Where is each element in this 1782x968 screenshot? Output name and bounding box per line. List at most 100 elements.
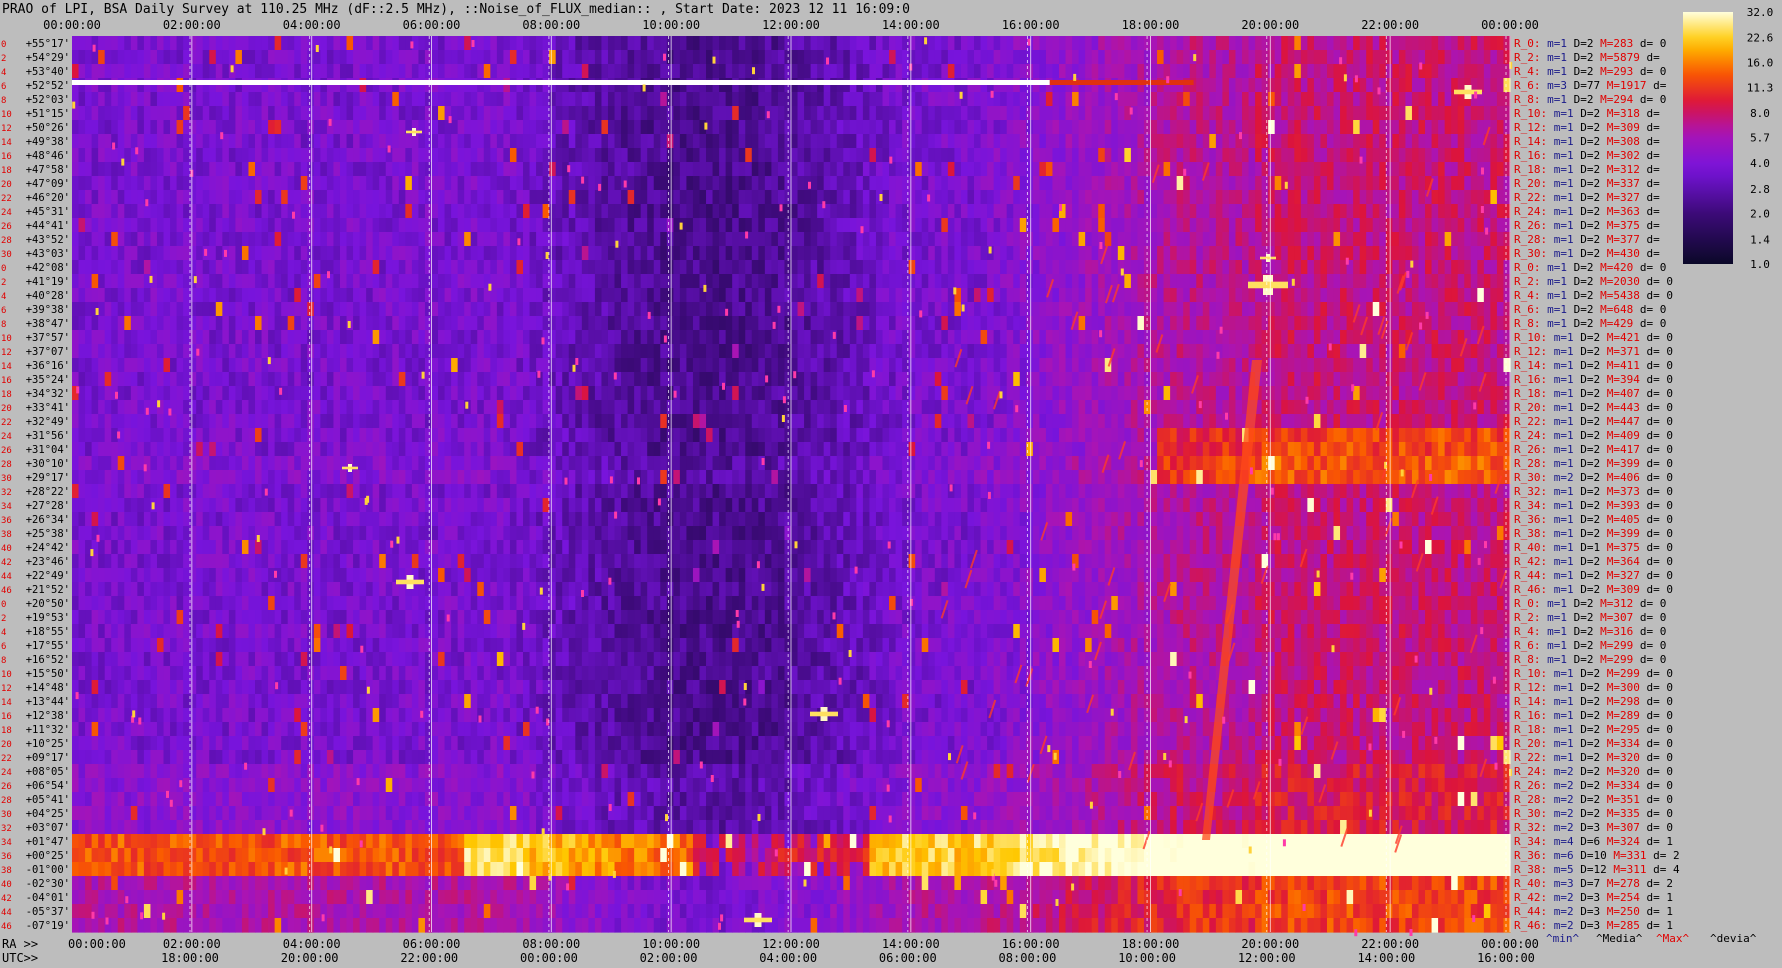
heatmap-cell: [477, 190, 485, 205]
heatmap-cell: [581, 204, 589, 219]
heatmap-cell: [771, 134, 779, 149]
heatmap-cell: [1170, 246, 1178, 261]
heatmap-cell: [1385, 78, 1393, 93]
heatmap-cell: [111, 204, 119, 219]
heatmap-cell: [725, 134, 733, 149]
heatmap-cell: [594, 232, 603, 247]
heatmap-cell: [483, 330, 491, 345]
heatmap-cell: [464, 274, 472, 289]
heatmap-cell: [1261, 302, 1269, 317]
heatmap-cell: [91, 50, 99, 65]
heatmap-cell: [947, 246, 956, 261]
heatmap-cell: [215, 106, 223, 121]
heatmap-cell: [1130, 176, 1139, 191]
heatmap-cell: [156, 330, 165, 345]
heatmap-cell: [1457, 120, 1465, 135]
heatmap-cell: [980, 92, 988, 107]
heatmap-cell: [627, 64, 635, 79]
heatmap-cell: [117, 330, 125, 345]
heatmap-cell: [117, 36, 125, 51]
heatmap-cell: [326, 302, 335, 317]
heatmap-cell: [777, 260, 786, 275]
heatmap-cell: [869, 64, 877, 79]
heatmap-cell: [1326, 288, 1335, 303]
heatmap-cell: [457, 218, 465, 233]
heatmap-cell: [692, 50, 701, 65]
heatmap-cell: [300, 92, 308, 107]
heatmap-cell: [215, 302, 223, 317]
heatmap-cell: [117, 176, 125, 191]
heatmap-cell: [529, 190, 537, 205]
heatmap-cell: [313, 246, 321, 261]
heatmap-cell: [346, 106, 354, 121]
heatmap-cell: [431, 344, 439, 359]
heatmap-cell: [529, 64, 537, 79]
heatmap-cell: [1418, 246, 1426, 261]
heatmap-cell: [176, 302, 184, 317]
heatmap-cell: [451, 162, 459, 177]
heatmap-cell: [523, 176, 531, 191]
heatmap-cell: [163, 302, 171, 317]
heatmap-cell: [817, 106, 825, 121]
heatmap-cell: [98, 92, 106, 107]
heatmap-cell: [777, 176, 786, 191]
heatmap-cell: [1091, 316, 1099, 331]
heatmap-cell: [666, 190, 674, 205]
heatmap-cell: [176, 92, 184, 107]
heatmap-cell: [1287, 120, 1295, 135]
heatmap-cell: [1189, 36, 1197, 51]
heatmap-cell: [405, 204, 413, 219]
heatmap-cell: [758, 344, 766, 359]
heatmap-cell: [418, 274, 426, 289]
heatmap-cell: [1438, 36, 1446, 51]
heatmap-cell: [72, 232, 80, 247]
heatmap-cell: [104, 260, 112, 275]
heatmap-cell: [804, 232, 812, 247]
heatmap-cell: [869, 204, 877, 219]
heatmap-cell: [771, 260, 779, 275]
heatmap-cell: [588, 246, 596, 261]
heatmap-cell: [588, 120, 596, 135]
heatmap-cell: [156, 218, 165, 233]
heatmap-cell: [457, 302, 465, 317]
heatmap-cell: [607, 218, 616, 233]
heatmap-cell: [830, 274, 838, 289]
heatmap-cell: [1398, 78, 1407, 93]
heatmap-cell: [366, 120, 374, 135]
heatmap-cell: [457, 92, 465, 107]
heatmap-cell: [882, 92, 890, 107]
heatmap-cell: [738, 218, 746, 233]
heatmap-cell: [653, 120, 661, 135]
heatmap-cell: [202, 204, 210, 219]
heatmap-cell: [594, 316, 603, 331]
heatmap-cell: [830, 106, 838, 121]
heatmap-cell: [751, 134, 759, 149]
heatmap-cell: [817, 92, 825, 107]
heatmap-cell: [111, 162, 119, 177]
heatmap-cell: [745, 330, 753, 345]
heatmap-cell: [117, 50, 125, 65]
heatmap-cell: [934, 162, 942, 177]
heatmap-cell: [686, 246, 694, 261]
heatmap-cell: [621, 50, 629, 65]
heatmap-cell: [483, 218, 491, 233]
heatmap-cell: [261, 218, 269, 233]
heatmap-cell: [777, 92, 786, 107]
heatmap-cell: [496, 148, 504, 163]
heatmap-cell: [614, 176, 622, 191]
heatmap-cell: [712, 92, 720, 107]
heatmap-cell: [699, 246, 707, 261]
heatmap-cell: [745, 288, 753, 303]
heatmap-cell: [1222, 120, 1230, 135]
heatmap-cell: [555, 274, 563, 289]
heatmap-cell: [228, 316, 237, 331]
heatmap-cell: [581, 232, 589, 247]
heatmap-cell: [170, 274, 178, 289]
heatmap-cell: [509, 274, 518, 289]
heatmap-cell: [974, 246, 982, 261]
heatmap-cell: [326, 190, 335, 205]
heatmap-cell: [536, 106, 544, 121]
heatmap-cell: [1307, 120, 1315, 135]
heatmap-cell: [124, 218, 132, 233]
heatmap-cell: [1045, 246, 1054, 261]
